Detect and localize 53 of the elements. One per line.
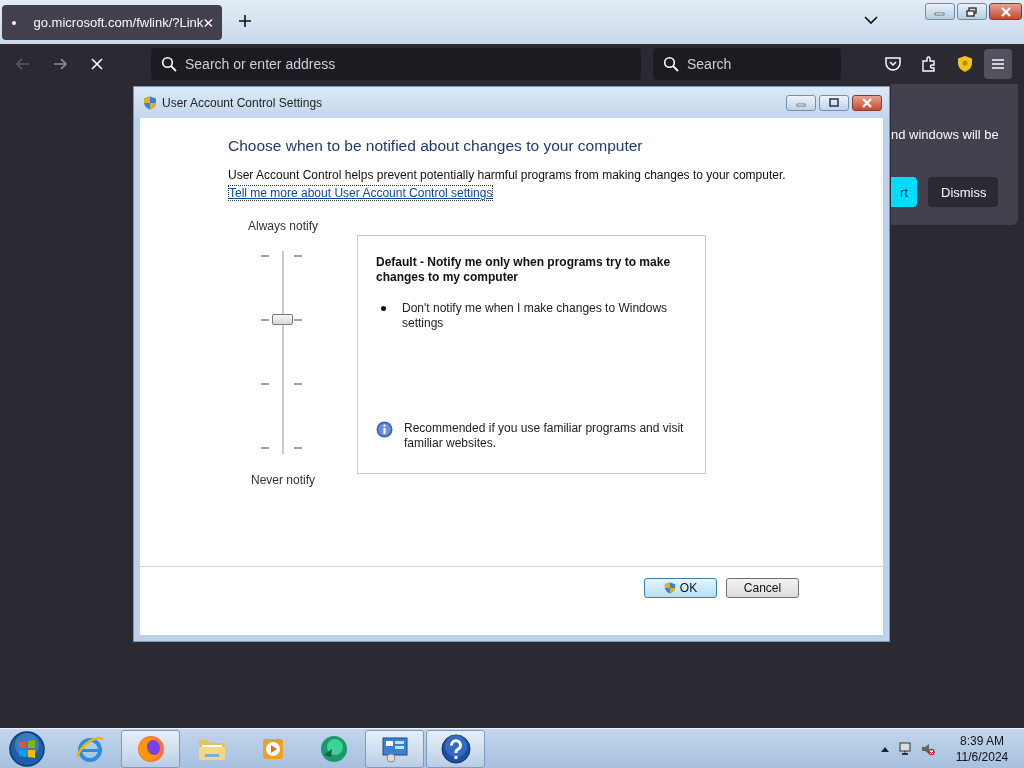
shield-icon	[143, 95, 157, 110]
forward-icon[interactable]	[52, 56, 68, 72]
close-button[interactable]	[989, 3, 1022, 20]
network-icon[interactable]	[898, 741, 912, 756]
taskbar-button[interactable]	[365, 729, 424, 768]
search-field[interactable]: Search	[653, 48, 841, 80]
restore-button[interactable]	[957, 3, 987, 20]
cancel-button[interactable]: Cancel	[726, 578, 799, 598]
menu-button[interactable]	[984, 49, 1012, 79]
volume-muted-icon[interactable]	[921, 741, 935, 756]
close-button[interactable]	[852, 94, 882, 111]
main-heading: Choose when to be notified about changes to your computer	[228, 136, 644, 156]
maximize-button[interactable]	[819, 94, 849, 111]
clock-time[interactable]: 8:39 AM	[960, 732, 1004, 749]
taskbar-button[interactable]	[426, 729, 485, 768]
close-icon	[861, 97, 873, 108]
dismiss-button[interactable]: Dismiss	[928, 177, 998, 207]
stop-icon[interactable]	[89, 56, 105, 72]
ok-button[interactable]: OK	[644, 578, 717, 598]
tab-title: go.microsoft.com/fwlink/?Link	[33, 15, 204, 30]
help-icon	[439, 732, 472, 765]
shield-icon[interactable]	[956, 55, 974, 73]
restore-icon	[966, 6, 978, 17]
taskbar-button[interactable]	[121, 729, 180, 768]
close-icon	[999, 6, 1012, 17]
start-button[interactable]	[8, 729, 46, 768]
minimize-button[interactable]	[786, 94, 816, 111]
search-icon	[161, 56, 177, 72]
window-title: User Account Control Settings	[162, 95, 324, 110]
slider-thumb[interactable]	[272, 313, 293, 325]
puzzle-icon[interactable]	[920, 55, 938, 73]
clock-date[interactable]: 11/6/2024	[955, 748, 1009, 765]
help-link[interactable]: Tell me more about User Account Control settings	[228, 185, 494, 201]
up-arrow-icon[interactable]	[881, 745, 889, 752]
close-icon[interactable]	[203, 16, 214, 29]
info-icon	[376, 421, 393, 438]
maximize-icon	[828, 97, 840, 108]
chevron-down-icon[interactable]	[864, 16, 878, 25]
slider-label: Never notify	[251, 473, 315, 487]
setting-title: Default - Notify me only when programs try to make changes to my computer	[376, 255, 672, 285]
notification-text: nd windows will be	[891, 127, 999, 142]
bullet-text: Don't notify me when I make changes to Windows settings	[402, 301, 669, 331]
menu-icon	[991, 58, 1005, 70]
primary-button[interactable]: rt	[891, 177, 917, 207]
description-text: User Account Control helps prevent potentially harmful programs from making changes to your computer.	[228, 168, 787, 183]
pocket-icon[interactable]	[884, 55, 902, 73]
search-icon	[663, 56, 679, 72]
recommendation-text: Recommended if you use familiar programs and visit familiar websites.	[404, 421, 685, 451]
bullet-icon	[381, 306, 386, 311]
address-bar[interactable]: Search or enter address	[151, 48, 641, 80]
browser-tab[interactable]: go.microsoft.com/fwlink/?Link	[2, 5, 222, 40]
new-tab-icon[interactable]	[238, 14, 252, 28]
slider-label: Always notify	[248, 219, 318, 233]
